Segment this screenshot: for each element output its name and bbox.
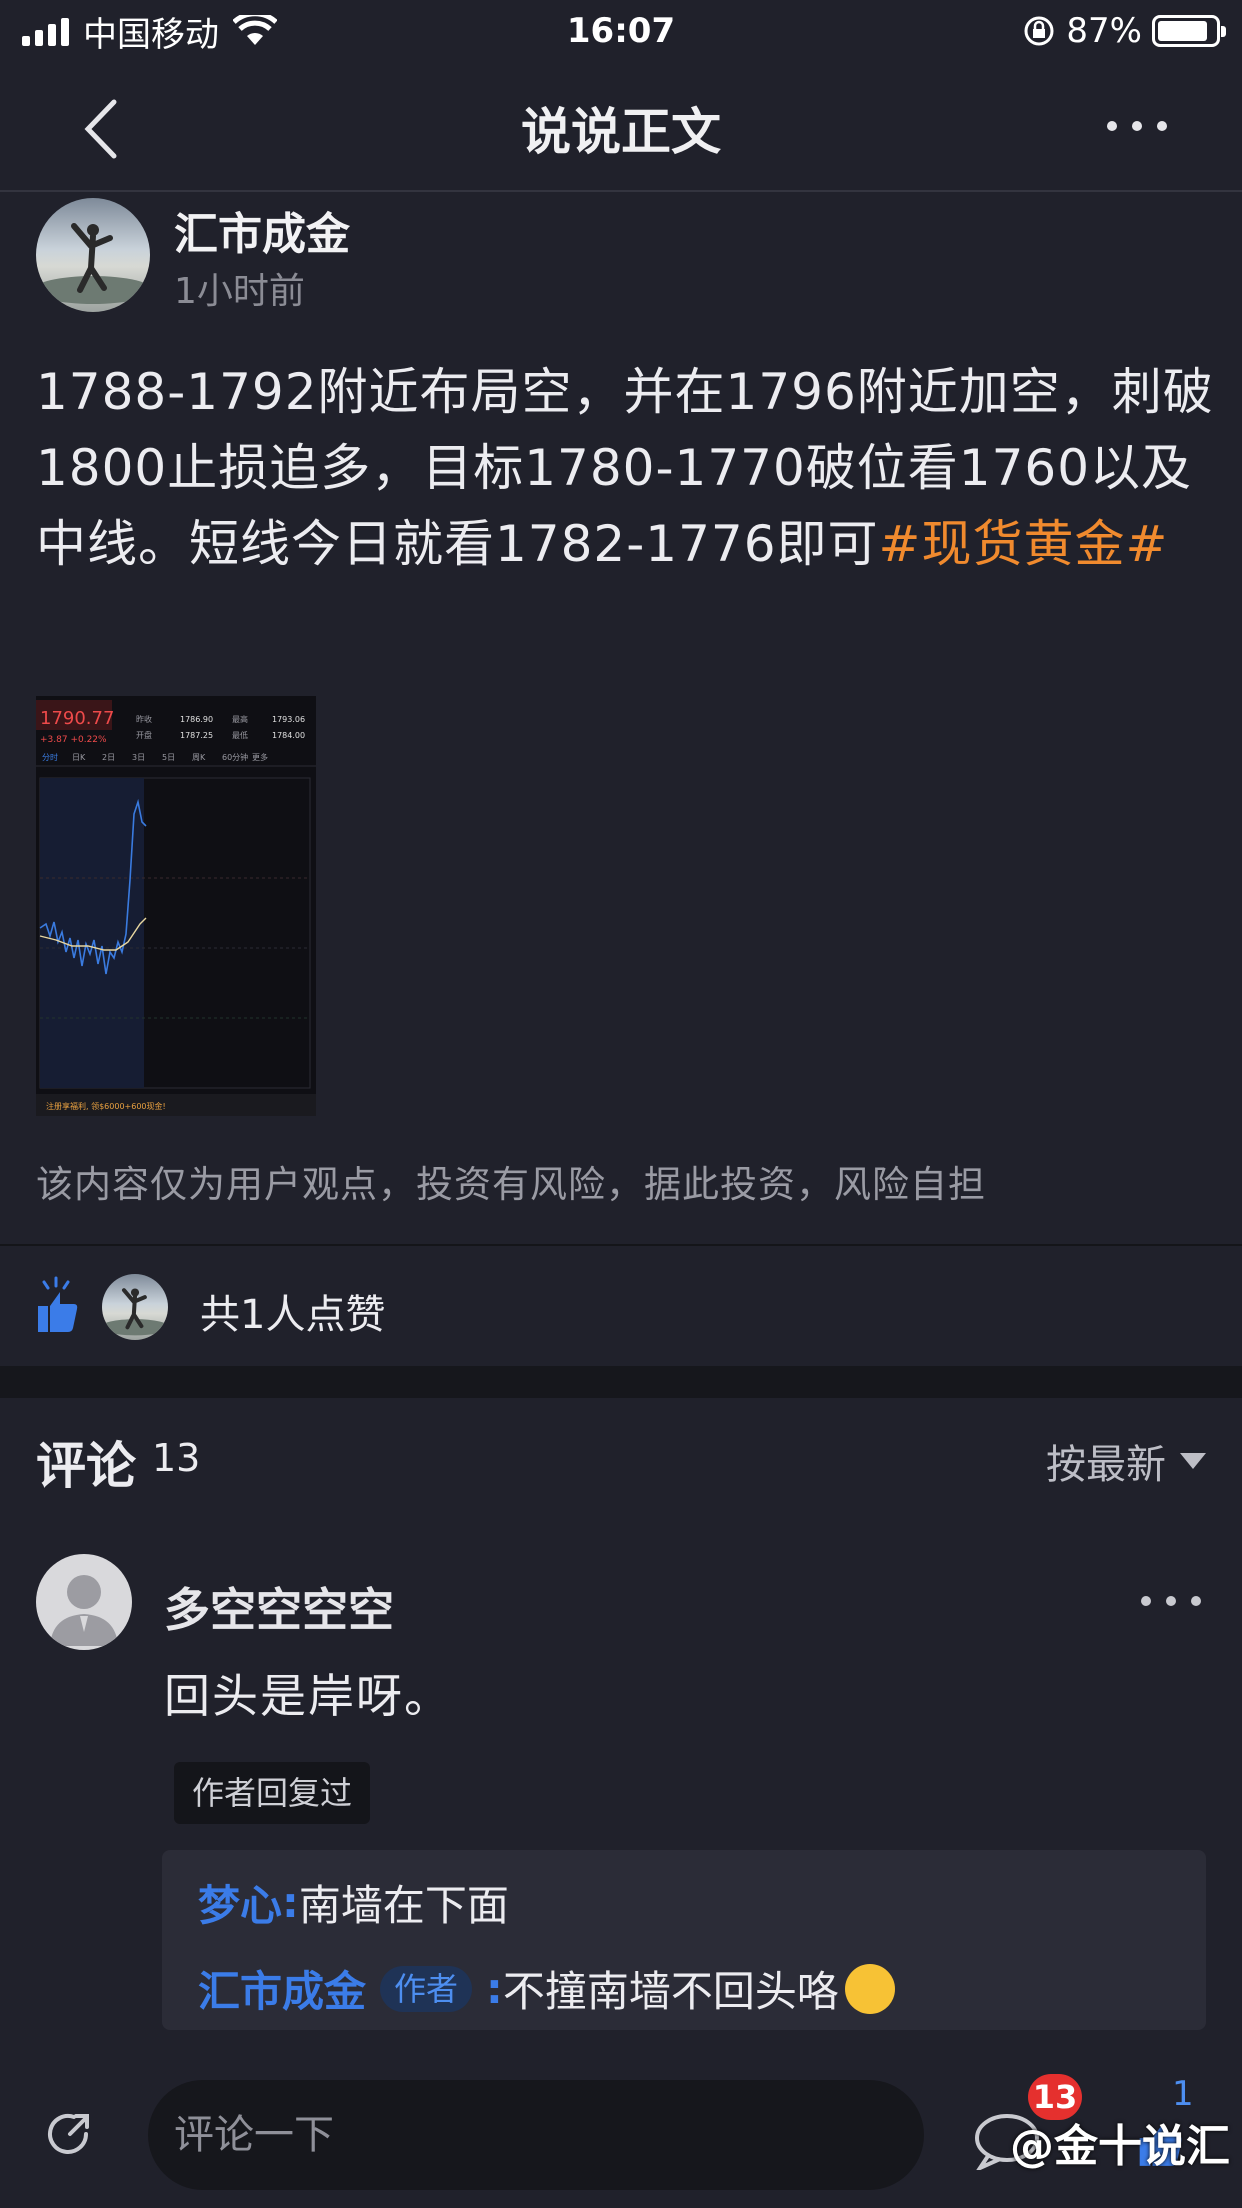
post-body: 1788-1792附近布局空，并在1796附近加空，刺破1800止损追多，目标1…: [36, 354, 1216, 582]
orientation-lock-icon: [1024, 16, 1054, 46]
image-open-label: 开盘: [136, 730, 152, 740]
image-tab: 更多: [252, 752, 268, 762]
battery-percent: 87%: [1066, 11, 1142, 51]
image-tab: 2日: [102, 753, 115, 762]
image-low-value: 1784.00: [272, 731, 305, 740]
image-banner: 注册享福利, 领$6000+600现金!: [46, 1101, 166, 1111]
comment-input[interactable]: 评论一下: [148, 2080, 924, 2190]
carrier-label: 中国移动: [83, 14, 219, 55]
emoji-icon: [844, 1963, 895, 2014]
image-tab: 5日: [162, 753, 175, 762]
image-price: 1790.77: [40, 708, 114, 729]
like-count-badge: 1: [1172, 2074, 1194, 2114]
reply-item: 梦心: 南墙在下面: [198, 1872, 509, 1933]
divider: [0, 1244, 1242, 1246]
comments-count: 13: [152, 1436, 201, 1480]
image-change: +3.87 +0.22%: [40, 735, 107, 745]
reply-separator: :: [282, 1878, 299, 1927]
author-tag: 作者: [380, 1965, 473, 2012]
default-user-icon: [50, 1575, 118, 1646]
reply-author[interactable]: 汇市成金: [198, 1958, 366, 2019]
comment-author[interactable]: 多空空空空: [164, 1574, 394, 1640]
hashtag-link[interactable]: #现货黄金#: [879, 515, 1169, 573]
disclaimer: 该内容仅为用户观点，投资有风险，据此投资，风险自担: [36, 1163, 986, 1206]
image-tab: 周K: [192, 753, 206, 762]
watermark: @金十说汇: [1010, 2121, 1230, 2172]
status-bar: 中国移动 16:07 87%: [0, 0, 1242, 62]
avatar[interactable]: [36, 198, 150, 312]
page-title: 说说正文: [521, 103, 721, 161]
sort-button[interactable]: 按最新: [1046, 1432, 1206, 1490]
image-close-label: 昨收: [136, 714, 152, 724]
nav-bar: 说说正文: [0, 62, 1242, 192]
reply-text: 南墙在下面: [298, 1881, 509, 1930]
signal-icon: [22, 16, 69, 46]
thumbs-up-icon[interactable]: [34, 1276, 80, 1334]
avatar-figure-icon: [36, 223, 150, 304]
post-image[interactable]: 1790.77 +3.87 +0.22% 昨收 1786.90 最高 1793.…: [36, 696, 316, 1116]
image-low-label: 最低: [232, 730, 248, 740]
post-time: 1小时前: [174, 271, 305, 312]
triangle-down-icon: [1180, 1453, 1206, 1469]
image-tab: 3日: [132, 753, 145, 762]
image-high-value: 1793.06: [272, 715, 305, 724]
like-count[interactable]: 共1人点赞: [200, 1282, 385, 1340]
comment-text: 回头是岸呀。: [164, 1669, 452, 1723]
more-horizontal-icon[interactable]: [1102, 106, 1172, 146]
comment-avatar[interactable]: [36, 1554, 132, 1650]
battery-icon: [1152, 15, 1226, 47]
reply-box[interactable]: 梦心: 南墙在下面 汇市成金 作者: 不撞南墙不回头咯: [162, 1850, 1206, 2030]
avatar-figure-icon: [102, 1288, 168, 1336]
reply-text: 不撞南墙不回头咯: [502, 1967, 839, 2016]
like-avatar[interactable]: [102, 1274, 168, 1340]
author-replied-badge: 作者回复过: [174, 1762, 371, 1824]
reply-author[interactable]: 梦心: [198, 1872, 282, 1933]
image-tab: 日K: [72, 753, 86, 762]
reply-item: 汇市成金 作者: 不撞南墙不回头咯: [198, 1958, 895, 2019]
wifi-icon: [233, 15, 277, 45]
author-name[interactable]: 汇市成金: [174, 198, 350, 262]
image-open-value: 1787.25: [180, 731, 213, 740]
sort-label: 按最新: [1046, 1442, 1166, 1488]
image-tab: 分时: [42, 752, 58, 762]
reply-separator: :: [486, 1964, 503, 2013]
share-icon[interactable]: [40, 2106, 96, 2162]
comments-title: 评论: [36, 1437, 136, 1495]
section-gap: [0, 1366, 1242, 1398]
more-horizontal-icon[interactable]: [1136, 1586, 1206, 1616]
image-high-label: 最高: [232, 714, 248, 724]
image-close-value: 1786.90: [180, 715, 213, 724]
image-tab: 60分钟: [222, 752, 248, 762]
